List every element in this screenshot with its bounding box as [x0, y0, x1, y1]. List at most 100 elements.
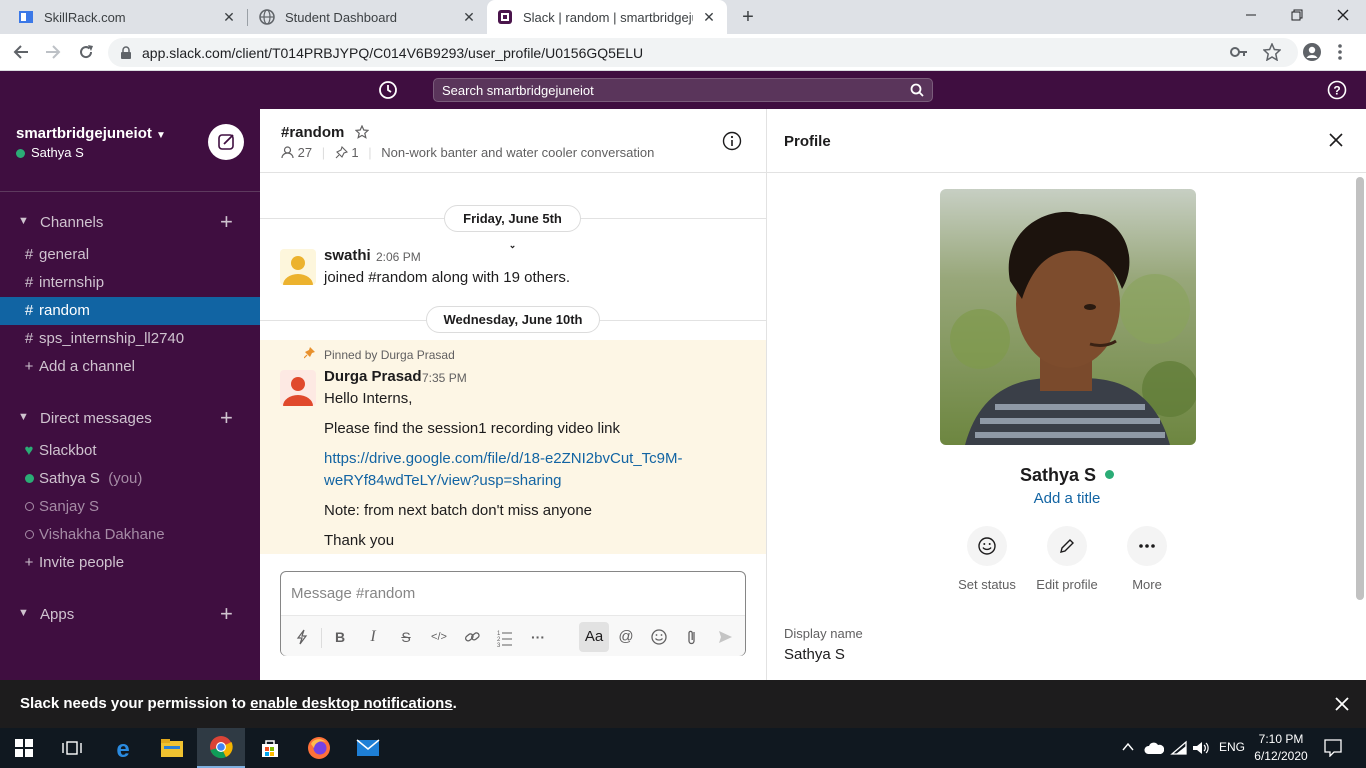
sidebar-item-sps-internship[interactable]: # sps_internship_ll2740 — [0, 325, 260, 353]
avatar[interactable] — [280, 370, 316, 406]
channel-topic[interactable]: Non-work banter and water cooler convers… — [381, 145, 654, 160]
drive-link-continued[interactable]: weRYf84wdTeLY/view?usp=sharing — [324, 472, 562, 489]
compose-button[interactable] — [208, 124, 244, 160]
close-icon[interactable] — [1329, 133, 1343, 147]
message-author[interactable]: swathi — [324, 247, 371, 264]
ellipsis-icon — [1127, 526, 1167, 566]
plus-icon: + — [24, 554, 34, 571]
day-divider-pill[interactable]: Friday, June 5th ⌄ — [444, 205, 581, 250]
invite-people-link[interactable]: + Invite people — [0, 549, 260, 577]
tab-close-icon[interactable]: ✕ — [221, 9, 237, 25]
sidebar-item-sathya[interactable]: Sathya S (you) — [0, 465, 260, 493]
maximize-button[interactable] — [1274, 0, 1320, 30]
mail-icon[interactable] — [344, 728, 392, 768]
help-icon[interactable]: ? — [1327, 80, 1347, 100]
member-count[interactable]: 27 — [298, 145, 312, 160]
firefox-icon[interactable] — [295, 728, 343, 768]
code-icon[interactable]: </> — [426, 624, 452, 650]
sidebar-item-vishakha[interactable]: Vishakha Dakhane — [0, 521, 260, 549]
add-channel-link[interactable]: + Add a channel — [0, 353, 260, 381]
add-title-link[interactable]: Add a title — [767, 490, 1366, 507]
day-divider-pill[interactable]: Wednesday, June 10th ⌄ — [426, 306, 600, 351]
shortcuts-lightning-icon[interactable] — [289, 624, 315, 650]
members-icon[interactable] — [281, 146, 294, 159]
drive-link[interactable]: https://drive.google.com/file/d/18-e2ZNI… — [324, 450, 683, 467]
bookmark-star-icon[interactable] — [1263, 43, 1281, 61]
heart-icon: ♥ — [24, 442, 34, 459]
new-tab-button[interactable]: + — [738, 7, 758, 28]
search-input[interactable]: Search smartbridgejuneiot — [433, 78, 933, 102]
more-actions-button[interactable]: More — [1107, 526, 1187, 592]
address-bar[interactable]: app.slack.com/client/T014PRBJYPQ/C014V6B… — [108, 38, 1298, 67]
sidebar-item-sanjay[interactable]: Sanjay S — [0, 493, 260, 521]
sidebar-item-slackbot[interactable]: ♥ Slackbot — [0, 437, 260, 465]
edge-browser-icon[interactable]: e — [99, 728, 147, 768]
channel-details-info-icon[interactable] — [722, 131, 742, 151]
file-explorer-icon[interactable] — [148, 728, 196, 768]
tab-close-icon[interactable]: ✕ — [701, 9, 717, 25]
add-channel-plus-icon[interactable]: + — [220, 209, 233, 235]
message-composer[interactable]: Message #random B I S </> 123 ··· Aa @ — [280, 571, 746, 656]
sidebar-item-random[interactable]: # random — [0, 297, 260, 325]
profile-scrollbar[interactable] — [1356, 177, 1364, 600]
ordered-list-icon[interactable]: 123 — [492, 624, 518, 650]
key-icon[interactable] — [1230, 45, 1248, 59]
input-language[interactable]: ENG — [1219, 740, 1245, 754]
store-icon[interactable] — [246, 728, 294, 768]
italic-icon[interactable]: I — [360, 624, 386, 650]
link-icon[interactable] — [459, 624, 485, 650]
reload-icon[interactable] — [77, 43, 95, 61]
minimize-button[interactable] — [1228, 0, 1274, 30]
windows-start-icon[interactable] — [0, 728, 48, 768]
add-dm-plus-icon[interactable]: + — [220, 405, 233, 431]
formatting-toggle-aa-icon[interactable]: Aa — [579, 622, 609, 652]
close-icon[interactable] — [1335, 697, 1349, 711]
workspace-name[interactable]: smartbridgejuneiot ▼ — [16, 125, 166, 142]
forward-arrow-icon[interactable] — [44, 43, 62, 61]
onedrive-cloud-icon[interactable] — [1144, 741, 1164, 755]
message-author[interactable]: Durga Prasad — [324, 368, 422, 385]
tab-skillrack[interactable]: SkillRack.com ✕ — [0, 0, 247, 34]
message-timestamp[interactable]: 7:35 PM — [422, 371, 467, 385]
chrome-menu-icon[interactable] — [1337, 42, 1343, 62]
tab-slack-random[interactable]: Slack | random | smartbridgejune ✕ — [487, 0, 727, 34]
attachment-icon[interactable] — [679, 624, 705, 650]
more-formatting-icon[interactable]: ··· — [525, 624, 551, 650]
enable-notifications-link[interactable]: enable desktop notifications — [250, 695, 453, 712]
sidebar-item-general[interactable]: # general — [0, 241, 260, 269]
action-center-icon[interactable] — [1324, 739, 1342, 757]
bold-icon[interactable]: B — [327, 624, 353, 650]
set-status-button[interactable]: Set status — [947, 526, 1027, 592]
back-arrow-icon[interactable] — [12, 43, 30, 61]
pin-icon[interactable] — [335, 146, 348, 159]
profile-photo[interactable] — [940, 189, 1196, 445]
hash-icon: # — [24, 302, 34, 319]
message-input[interactable]: Message #random — [291, 585, 415, 602]
wifi-icon[interactable] — [1170, 740, 1188, 756]
channels-section-header[interactable]: ▼ Channels + — [0, 209, 260, 237]
emoji-icon[interactable] — [646, 624, 672, 650]
system-clock[interactable]: 7:10 PM 6/12/2020 — [1250, 731, 1312, 765]
close-window-button[interactable] — [1320, 0, 1366, 30]
apps-section-header[interactable]: ▼ Apps + — [0, 601, 260, 629]
history-clock-icon[interactable] — [378, 80, 398, 100]
dm-section-header[interactable]: ▼ Direct messages + — [0, 405, 260, 433]
strikethrough-icon[interactable]: S — [393, 624, 419, 650]
profile-avatar-icon[interactable] — [1302, 42, 1322, 62]
tab-close-icon[interactable]: ✕ — [461, 9, 477, 25]
edit-profile-button[interactable]: Edit profile — [1027, 526, 1107, 592]
task-view-icon[interactable] — [48, 728, 96, 768]
tab-student-dashboard[interactable]: Student Dashboard ✕ — [247, 0, 487, 34]
sidebar-item-internship[interactable]: # internship — [0, 269, 260, 297]
star-icon[interactable] — [354, 125, 369, 139]
chevron-up-icon[interactable] — [1122, 741, 1134, 753]
chrome-taskbar-icon[interactable] — [197, 728, 245, 768]
mention-icon[interactable]: @ — [613, 624, 639, 650]
add-app-plus-icon[interactable]: + — [220, 601, 233, 627]
pin-count[interactable]: 1 — [351, 145, 358, 160]
message-timestamp[interactable]: 2:06 PM — [376, 250, 421, 264]
channel-title[interactable]: #random — [281, 124, 369, 141]
send-icon[interactable] — [712, 624, 738, 650]
volume-icon[interactable] — [1192, 740, 1210, 756]
avatar[interactable] — [280, 249, 316, 285]
